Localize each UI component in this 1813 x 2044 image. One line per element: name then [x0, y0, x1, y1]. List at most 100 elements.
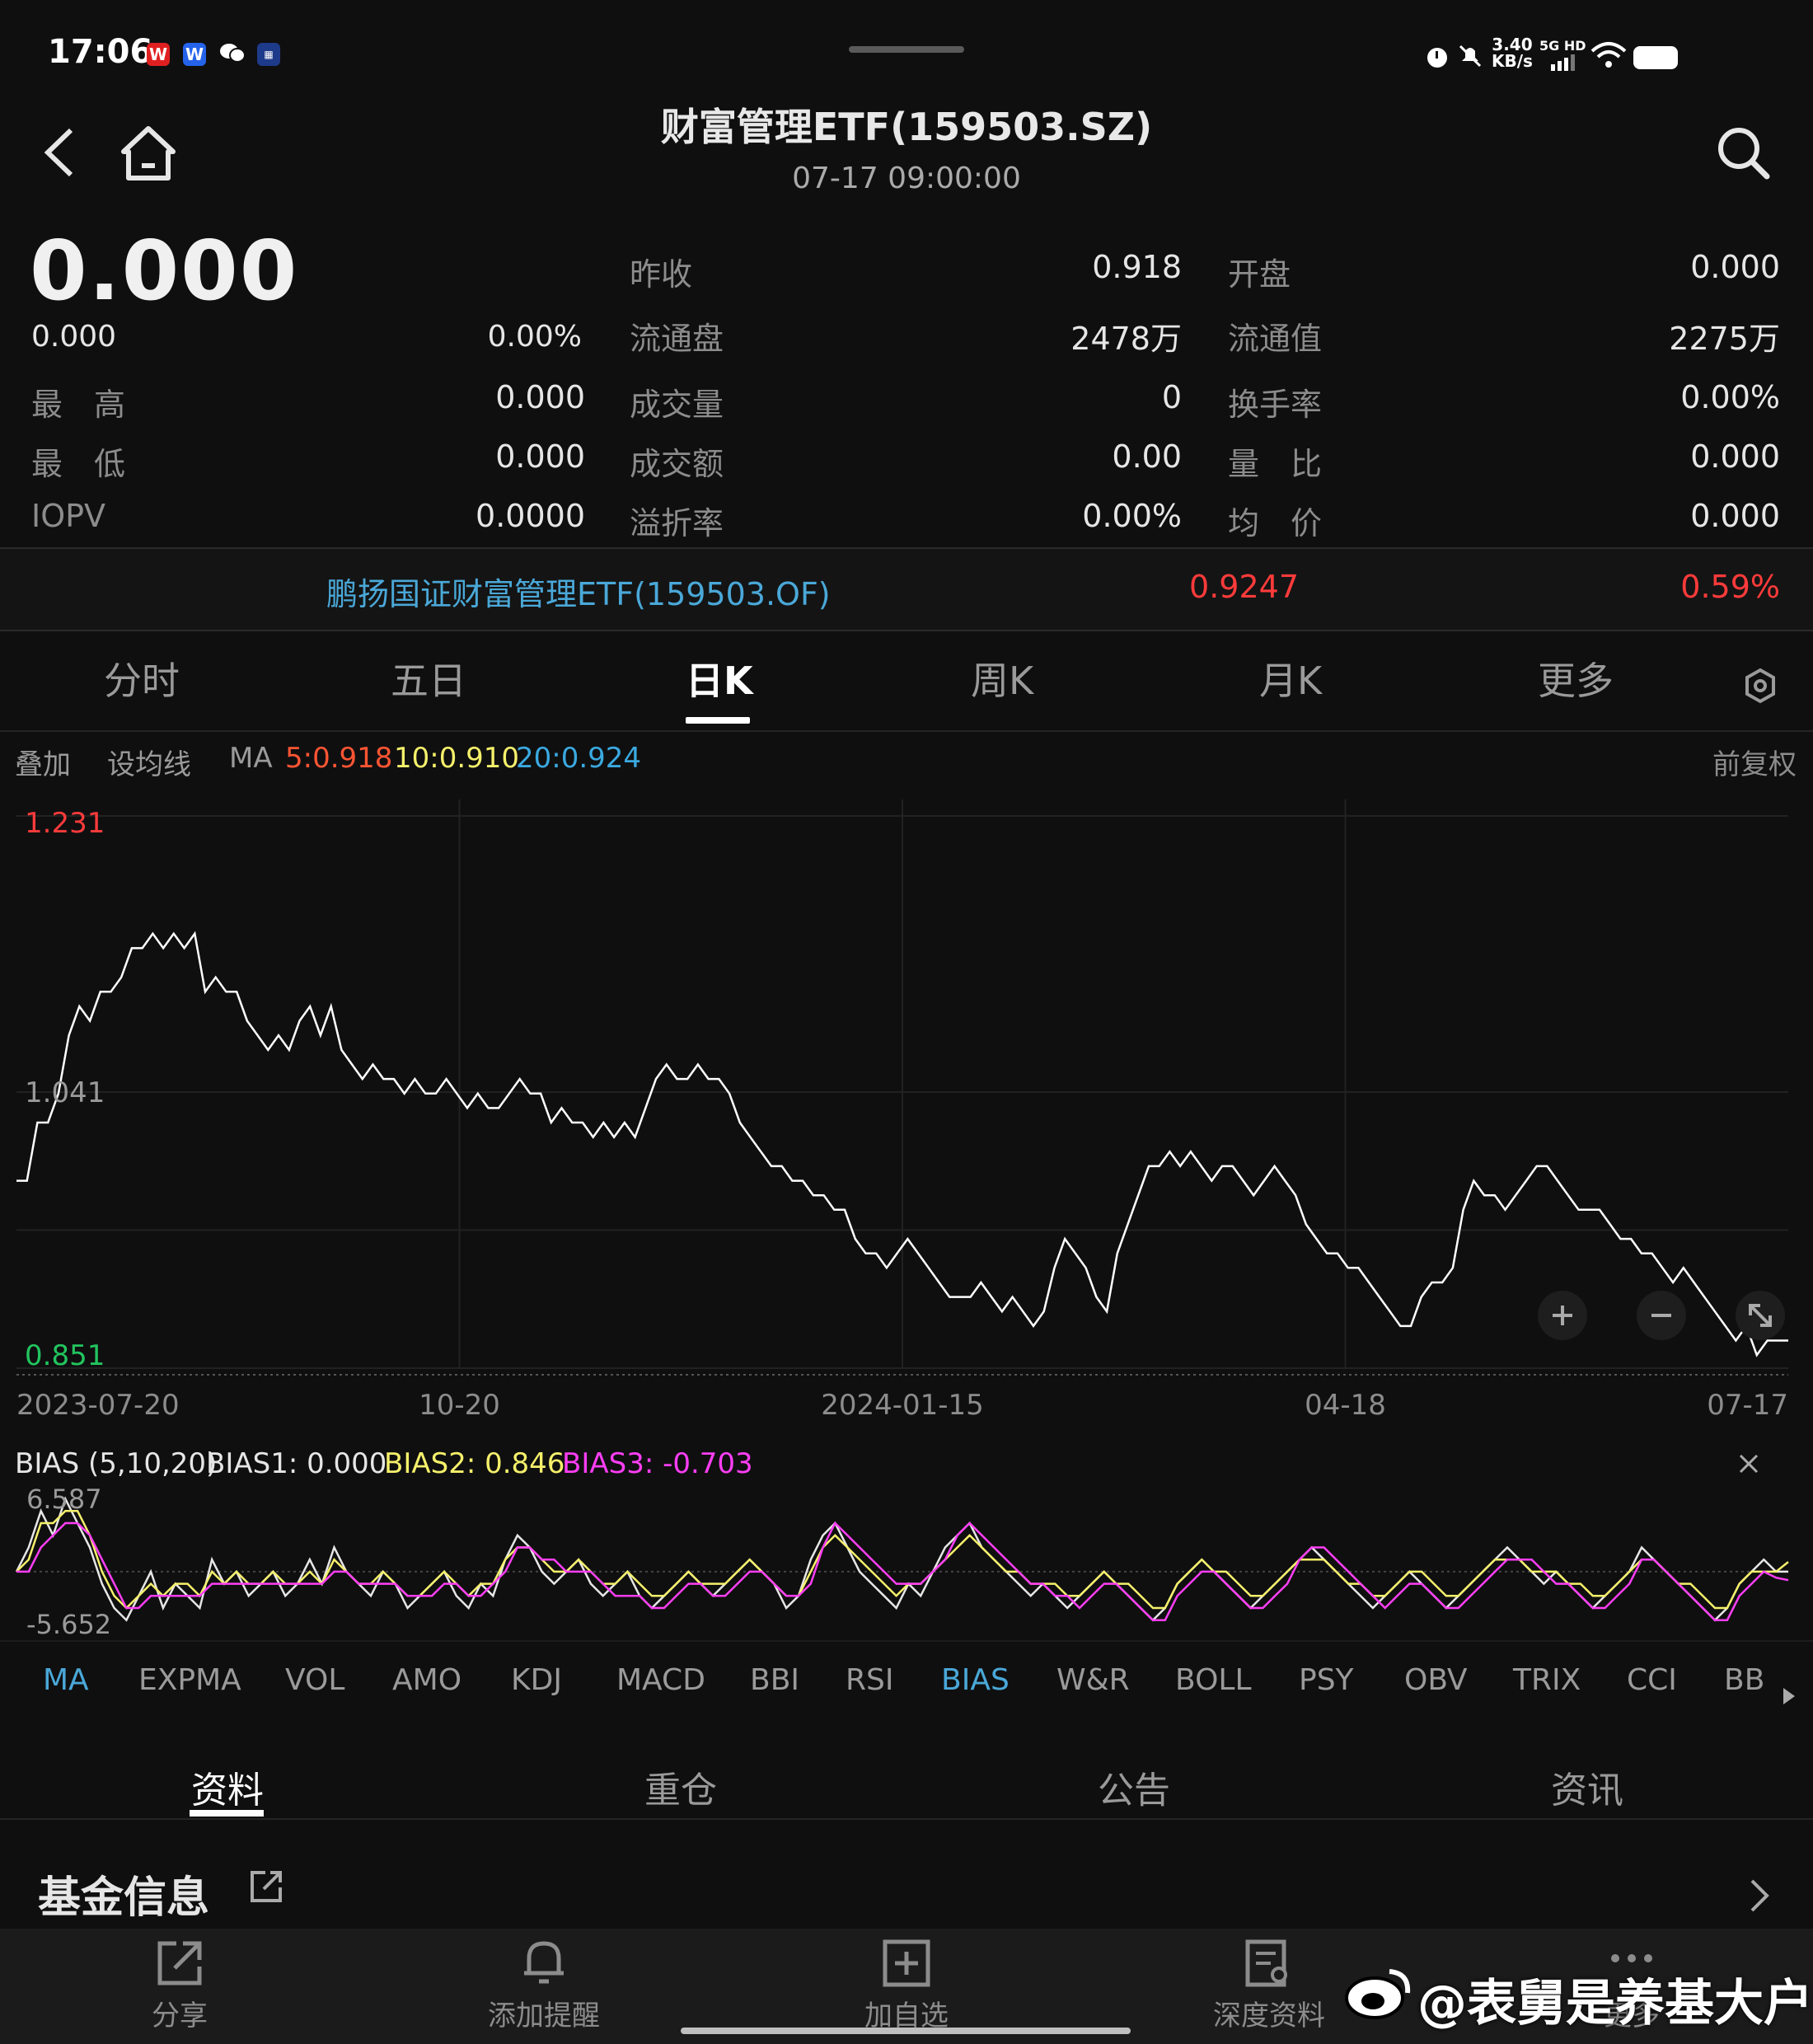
bias-y-tick-min: -5.652: [26, 1609, 111, 1640]
indicator-boll[interactable]: BOLL: [1175, 1663, 1252, 1697]
linked-fund-nav: 0.9247: [1189, 569, 1299, 605]
bias3-value: BIAS3: -0.703: [562, 1447, 753, 1480]
active-info-tab-indicator: [190, 1810, 264, 1817]
float-value-label: 流通值: [1228, 321, 1323, 357]
zoom-out-button[interactable]: [1637, 1291, 1686, 1340]
iopv-label: IOPV: [31, 498, 106, 534]
wps-app-icon: W: [147, 43, 170, 66]
bias2-value: BIAS2: 0.846: [384, 1447, 565, 1480]
adjust-mode-button[interactable]: 前复权: [1712, 742, 1797, 782]
low-label: 最 低: [31, 446, 126, 482]
turnover-label: 换手率: [1228, 387, 1323, 423]
x-axis-ticks: 2023-07-20 10-20 2024-01-15 04-18 07-17: [16, 1389, 1788, 1422]
add-alert-button[interactable]: 添加提醒: [453, 1993, 635, 2033]
amount-value: 0.00: [1112, 438, 1182, 475]
ma10-value: 10:0.910: [394, 742, 520, 775]
status-bar: 17:06 W W ▦ 3.40 KB/s 5G HD: [0, 0, 1813, 99]
turnover-value: 0.00%: [1680, 379, 1780, 415]
indicator-trix[interactable]: TRIX: [1513, 1663, 1581, 1697]
indicator-bb[interactable]: BB: [1724, 1663, 1764, 1697]
share-icon[interactable]: [155, 1939, 204, 1991]
chart-settings-icon[interactable]: [1742, 668, 1778, 707]
indicator-psy[interactable]: PSY: [1299, 1663, 1354, 1697]
tab-more[interactable]: 更多: [1538, 651, 1614, 706]
fullscreen-button[interactable]: [1736, 1291, 1785, 1340]
tab-weekly-k[interactable]: 周K: [971, 651, 1033, 706]
share-button[interactable]: 分享: [89, 1993, 270, 2033]
indicator-kdj[interactable]: KDJ: [511, 1663, 562, 1697]
tab-five-day[interactable]: 五日: [391, 651, 466, 706]
y-tick-mid: 1.041: [25, 1076, 105, 1109]
tab-profile[interactable]: 资料: [191, 1760, 264, 1813]
tab-intraday[interactable]: 分时: [104, 651, 180, 706]
network-label: 5G HD: [1539, 38, 1586, 54]
indicator-bias[interactable]: BIAS: [941, 1663, 1010, 1697]
volume-label: 成交量: [630, 387, 724, 423]
linked-fund-bar[interactable]: 鹏扬国证财富管理ETF(159503.OF) 0.9247 0.59%: [0, 547, 1813, 631]
zoom-in-button[interactable]: [1538, 1291, 1587, 1340]
avg-price-value: 0.000: [1690, 498, 1780, 534]
external-link-icon[interactable]: [247, 1868, 285, 1909]
chevron-right-icon[interactable]: [1747, 1878, 1772, 1917]
clock: 17:06: [48, 33, 153, 71]
indicator-rsi[interactable]: RSI: [846, 1663, 893, 1697]
ma5-value: 5:0.918: [285, 742, 393, 775]
tab-monthly-k[interactable]: 月K: [1259, 651, 1322, 706]
watermark-text: @表舅是养基大户: [1417, 1975, 1813, 2032]
set-ma-button[interactable]: 设均线: [107, 742, 191, 782]
high-label: 最 高: [31, 387, 126, 423]
indicator-expma[interactable]: EXPMA: [138, 1663, 241, 1697]
prev-close-value: 0.918: [1092, 249, 1182, 285]
divider: [0, 1640, 1813, 1642]
bias1-value: BIAS1: 0.000: [206, 1447, 387, 1480]
indicator-macd[interactable]: MACD: [616, 1663, 705, 1697]
ma-label: MA: [229, 742, 273, 775]
indicator-cci[interactable]: CCI: [1627, 1663, 1677, 1697]
low-value: 0.000: [495, 438, 585, 475]
chart-tabs: 分时 五日 日K 周K 月K 更多: [0, 651, 1813, 734]
deep-info-button[interactable]: 深度资料: [1178, 1993, 1360, 2033]
fund-info-title[interactable]: 基金信息: [38, 1863, 209, 1924]
linked-fund-pct: 0.59%: [1680, 569, 1780, 605]
indicator-amo[interactable]: AMO: [392, 1663, 461, 1697]
add-watchlist-icon[interactable]: [882, 1939, 931, 1991]
active-tab-indicator: [686, 717, 750, 724]
scroll-right-icon[interactable]: [1780, 1686, 1797, 1709]
premium-label: 溢折率: [630, 505, 724, 541]
page-title: 财富管理ETF(159503.SZ): [660, 105, 1153, 149]
close-indicator-icon[interactable]: [1734, 1449, 1764, 1482]
x-tick-label: 04-18: [1305, 1389, 1386, 1422]
premium-value: 0.00%: [1082, 498, 1182, 534]
bell-icon[interactable]: [519, 1937, 569, 1991]
ma20-value: 20:0.924: [516, 742, 642, 775]
kline-chart[interactable]: 1.231 1.041 0.851 2023-07-20 10-20 2024-01…: [0, 783, 1813, 1657]
open-label: 开盘: [1228, 256, 1291, 293]
mute-icon: [1455, 41, 1485, 74]
indicator-wr[interactable]: W&R: [1056, 1663, 1130, 1697]
drag-handle[interactable]: [849, 46, 964, 53]
divider: [0, 1818, 1813, 1820]
tab-daily-k[interactable]: 日K: [686, 651, 753, 706]
y-tick-max: 1.231: [25, 807, 105, 840]
prev-close-label: 昨收: [630, 256, 693, 293]
expand-icon: [1749, 1304, 1772, 1327]
wifi-icon: [1590, 41, 1627, 73]
volume-ratio-value: 0.000: [1690, 438, 1780, 475]
document-icon[interactable]: [1243, 1939, 1292, 1991]
float-shares-label: 流通盘: [630, 321, 724, 357]
home-indicator[interactable]: [681, 2028, 1131, 2034]
indicator-ma[interactable]: MA: [43, 1663, 89, 1697]
bias-label: BIAS (5,10,20): [15, 1447, 218, 1480]
indicator-vol[interactable]: VOL: [285, 1663, 344, 1697]
overlay-button[interactable]: 叠加: [15, 742, 71, 782]
indicator-obv[interactable]: OBV: [1404, 1663, 1468, 1697]
tab-news[interactable]: 资讯: [1551, 1760, 1623, 1813]
tab-announcements[interactable]: 公告: [1098, 1760, 1170, 1813]
wechat-icon: [219, 41, 246, 64]
indicator-bbi[interactable]: BBI: [750, 1663, 799, 1697]
tab-holdings[interactable]: 重仓: [644, 1760, 717, 1813]
linked-fund-name[interactable]: 鹏扬国证财富管理ETF(159503.OF): [326, 569, 831, 614]
price-grid: [16, 799, 1788, 1376]
quote-datetime: 07-17 09:00:00: [792, 162, 1021, 195]
search-icon[interactable]: [1714, 124, 1772, 185]
